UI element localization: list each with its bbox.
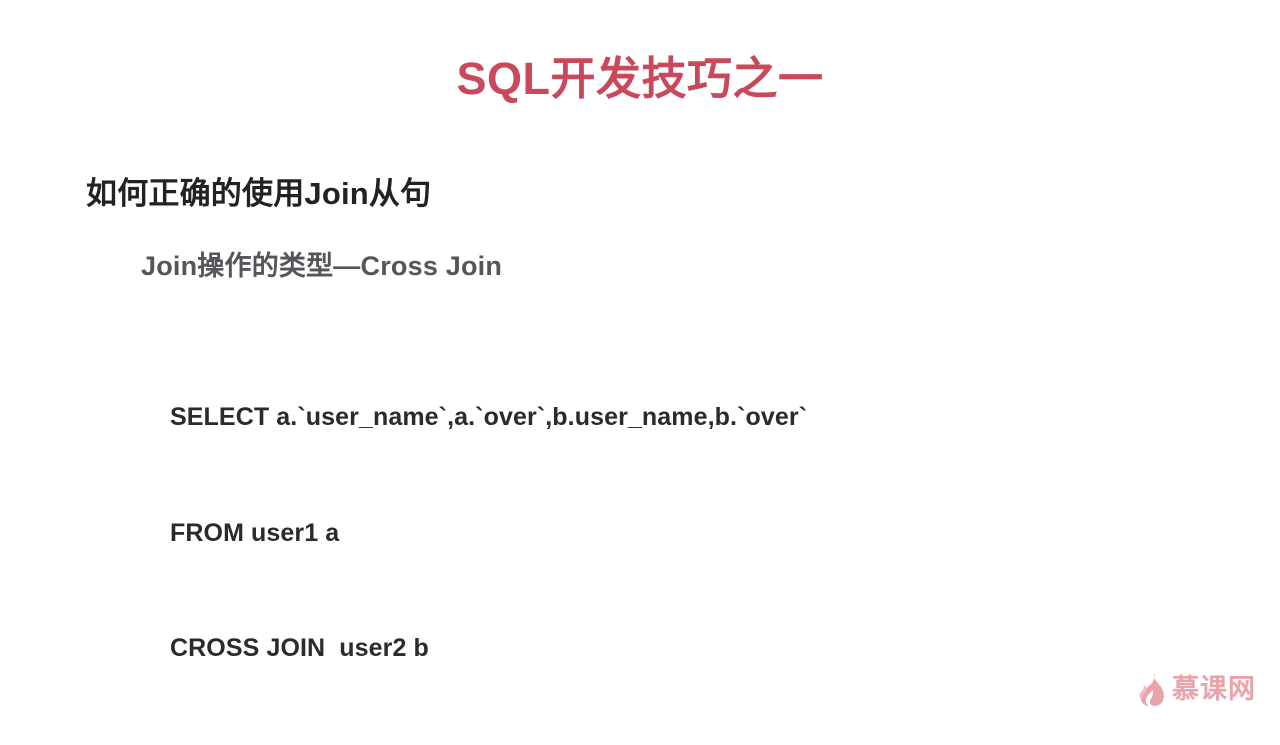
sql-code-block: SELECT a.`user_name`,a.`over`,b.user_nam… — [170, 321, 807, 745]
code-line: SELECT a.`user_name`,a.`over`,b.user_nam… — [170, 403, 808, 431]
slide-canvas: SQL开发技巧之一 如何正确的使用Join从句 Join操作的类型—Cross … — [0, 0, 1280, 720]
watermark-label: 慕课网 — [1172, 673, 1256, 704]
page-title: SQL开发技巧之一 — [456, 53, 824, 104]
subsection-heading: Join操作的类型—Cross Join — [141, 251, 503, 281]
code-line: CROSS JOIN user2 b — [170, 634, 429, 662]
code-line: FROM user1 a — [170, 518, 340, 547]
section-heading: 如何正确的使用Join从句 — [86, 176, 432, 211]
flame-icon — [1139, 672, 1164, 706]
imooc-watermark: 慕课网 — [1136, 672, 1256, 706]
